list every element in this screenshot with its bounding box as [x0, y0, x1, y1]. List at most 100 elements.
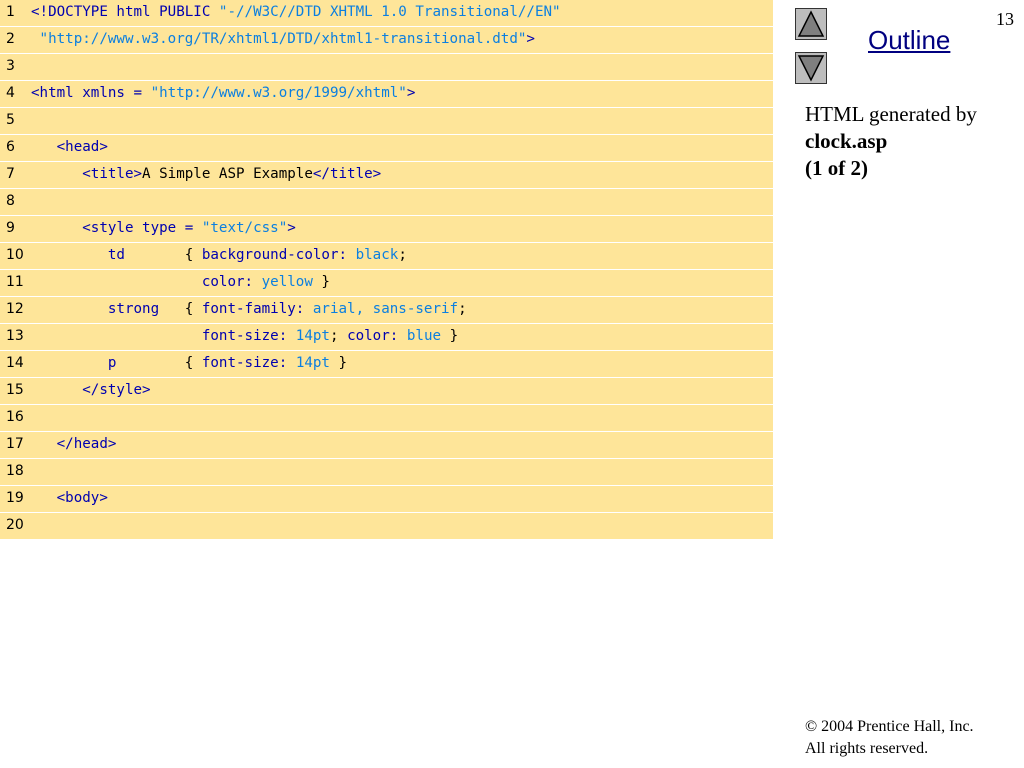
code-text: <body> — [31, 490, 108, 506]
code-token: color: — [347, 328, 407, 344]
code-token: { — [184, 247, 202, 263]
line-number: 4 — [6, 85, 15, 101]
code-line: 3 — [0, 54, 773, 81]
copyright-footer: © 2004 Prentice Hall, Inc. All rights re… — [805, 716, 974, 760]
line-number: 11 — [6, 274, 24, 290]
code-token: </style> — [31, 382, 151, 398]
code-line: 16 — [0, 405, 773, 432]
line-number: 2 — [6, 31, 15, 47]
code-line: 6 <head> — [0, 135, 773, 162]
next-slide-button[interactable] — [795, 52, 827, 84]
code-token: <title> — [31, 166, 143, 182]
code-line: 18 — [0, 459, 773, 486]
line-number: 1 — [6, 4, 15, 20]
line-number: 7 — [6, 166, 15, 182]
line-number: 13 — [6, 328, 24, 344]
code-token: color: — [31, 274, 262, 290]
slide-description: HTML generated by clock.asp (1 of 2) — [805, 101, 1020, 182]
code-text: </head> — [31, 436, 117, 452]
code-line: 17 </head> — [0, 432, 773, 459]
code-token: black — [355, 247, 399, 263]
code-token: A Simple ASP Example — [142, 166, 313, 182]
code-line: 4 <html xmlns = "http://www.w3.org/1999/x… — [0, 81, 773, 108]
line-number: 8 — [6, 193, 15, 209]
code-token: </head> — [31, 436, 117, 452]
code-token: { — [184, 301, 202, 317]
code-token: <head> — [31, 139, 108, 155]
description-filename: clock.asp — [805, 129, 888, 153]
code-text: <title>A Simple ASP Example</title> — [31, 166, 381, 182]
code-line: 10 td { background-color: black; — [0, 243, 773, 270]
code-token: font-family: — [201, 301, 313, 317]
code-text: <head> — [31, 139, 108, 155]
code-token: ; — [398, 247, 407, 263]
code-text: <html xmlns = "http://www.w3.org/1999/xh… — [31, 85, 415, 101]
code-token: </title> — [312, 166, 382, 182]
line-number: 16 — [6, 409, 24, 425]
line-number: 14 — [6, 355, 24, 371]
line-number: 3 — [6, 58, 15, 74]
code-line: 14 p { font-size: 14pt } — [0, 351, 773, 378]
code-token: 14pt — [295, 328, 330, 344]
code-token: 14pt — [295, 355, 330, 371]
code-token: { — [184, 355, 202, 371]
copyright-symbol: © — [805, 718, 818, 735]
code-token: "http://www.w3.org/TR/xhtml1/DTD/xhtml1-… — [31, 31, 527, 47]
rights-text: All rights reserved. — [805, 740, 929, 757]
code-line: 20 — [0, 513, 773, 540]
code-line: 1 <!DOCTYPE html PUBLIC "-//W3C//DTD XHTM… — [0, 0, 773, 27]
line-number: 12 — [6, 301, 24, 317]
code-token: "-//W3C//DTD XHTML 1.0 Transitional//EN" — [218, 4, 561, 20]
code-token: background-color: — [201, 247, 356, 263]
triangle-down-icon — [797, 55, 825, 82]
code-line: 19 <body> — [0, 486, 773, 513]
code-text: </style> — [31, 382, 151, 398]
description-line: HTML generated by — [805, 102, 977, 126]
code-token: yellow — [261, 274, 313, 290]
code-token: ; — [329, 328, 348, 344]
triangle-up-icon — [797, 10, 825, 37]
line-number: 15 — [6, 382, 24, 398]
code-text: <style type = "text/css"> — [31, 220, 296, 236]
code-text: <!DOCTYPE html PUBLIC "-//W3C//DTD XHTML… — [31, 4, 561, 20]
code-token: <body> — [31, 490, 108, 506]
code-line: 13 font-size: 14pt; color: blue } — [0, 324, 773, 351]
code-token: } — [329, 355, 348, 371]
code-token: strong — [31, 301, 185, 317]
outline-link[interactable]: Outline — [868, 25, 950, 56]
code-line: 7 <title>A Simple ASP Example</title> — [0, 162, 773, 189]
code-text: "http://www.w3.org/TR/xhtml1/DTD/xhtml1-… — [31, 31, 535, 47]
code-line: 11 color: yellow } — [0, 270, 773, 297]
line-number: 9 — [6, 220, 15, 236]
code-listing: 1 <!DOCTYPE html PUBLIC "-//W3C//DTD XHTM… — [0, 0, 773, 540]
code-line: 2 "http://www.w3.org/TR/xhtml1/DTD/xhtml… — [0, 27, 773, 54]
line-number: 19 — [6, 490, 24, 506]
code-token: > — [287, 220, 296, 236]
line-number: 18 — [6, 463, 24, 479]
line-number: 6 — [6, 139, 15, 155]
line-number: 5 — [6, 112, 15, 128]
code-token: <!DOCTYPE html PUBLIC — [31, 4, 219, 20]
code-line: 5 — [0, 108, 773, 135]
line-number: 20 — [6, 517, 24, 533]
code-text: strong { font-family: arial, sans-serif; — [31, 301, 467, 317]
code-token: } — [441, 328, 459, 344]
code-token: font-size: — [201, 355, 296, 371]
code-line: 8 — [0, 189, 773, 216]
code-line: 9 <style type = "text/css"> — [0, 216, 773, 243]
code-token: font-size: — [31, 328, 296, 344]
line-number: 17 — [6, 436, 24, 452]
previous-slide-button[interactable] — [795, 8, 827, 40]
code-token: blue — [406, 328, 442, 344]
code-token: arial, sans-serif — [312, 301, 459, 317]
copyright-text: 2004 Prentice Hall, Inc. — [817, 718, 974, 735]
description-page-indicator: (1 of 2) — [805, 156, 868, 180]
code-text: p { font-size: 14pt } — [31, 355, 347, 371]
code-token: "http://www.w3.org/1999/xhtml" — [150, 85, 407, 101]
code-token: <html xmlns = — [31, 85, 151, 101]
code-token: ; — [458, 301, 467, 317]
code-token: > — [526, 31, 535, 47]
code-line: 12 strong { font-family: arial, sans-ser… — [0, 297, 773, 324]
code-token: > — [406, 85, 416, 101]
code-token: } — [312, 274, 330, 290]
